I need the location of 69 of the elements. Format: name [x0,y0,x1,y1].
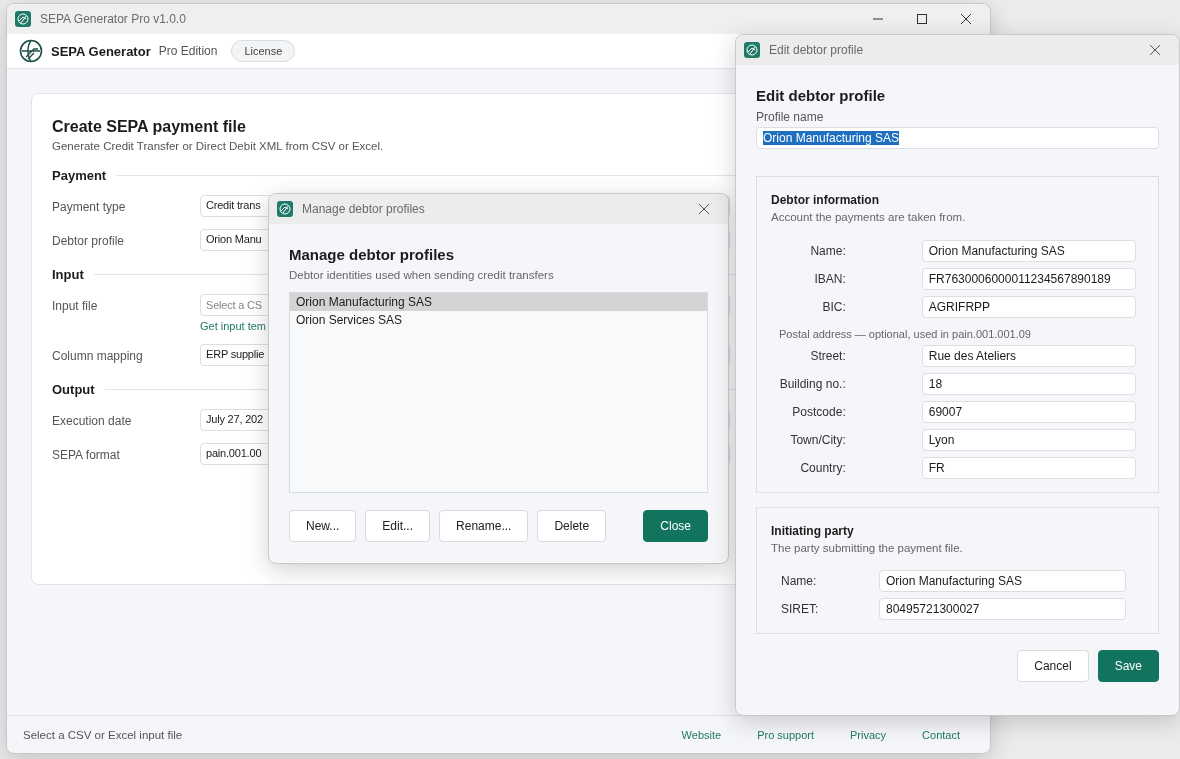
field-label: Town/City: [789,433,846,447]
field-label: Execution date [52,413,133,428]
field-label: Country: [799,461,846,475]
action-button[interactable]: Rename... [439,510,529,542]
field-label: Debtor profile [52,233,126,248]
dialog-heading: Manage debtor profiles [289,246,456,263]
group-subtitle: Account the payments are taken from. [771,211,967,223]
app-name: SEPA Generator [51,43,151,59]
text-field[interactable]: 69007 [921,401,1136,423]
card-subtitle: Generate Credit Transfer or Direct Debit XML from CSV or Excel. [52,140,385,152]
close-icon[interactable] [1149,44,1161,56]
status-text: Select a CSV or Excel input file [23,728,183,741]
field-label: IBAN: [813,272,846,286]
dialog-heading: Edit debtor profile [756,87,887,104]
section-heading: Payment [52,168,107,183]
text-field[interactable]: Rue des Ateliers [921,345,1136,367]
action-button[interactable]: Delete [537,510,607,542]
close-icon[interactable] [960,13,972,25]
dialog-title: Manage debtor profiles [302,202,425,216]
close-icon[interactable] [698,203,710,215]
field-label: SIRET: [780,602,820,616]
app-icon [277,201,293,217]
field-label: Street: [809,349,846,363]
text-field[interactable]: AGRIFRPP [921,296,1136,318]
save-button[interactable]: Save [1097,650,1159,682]
postal-note: Postal address — optional, used in pain.001.001.09 [778,328,1032,340]
footer-link[interactable]: Pro support [757,728,814,741]
field-label: SEPA format [52,447,121,462]
field-label: Postcode: [791,405,846,419]
field-label: Building no.: [778,377,846,391]
text-field[interactable]: 80495721300027 [879,598,1126,620]
dialog-subtitle: Debtor identities used when sending credit transfers [289,269,555,281]
group-title: Debtor information [771,193,880,207]
profile-name-field[interactable]: Orion Manufacturing SAS [756,127,1159,149]
field-label: Input file [52,298,99,313]
action-button[interactable]: New... [289,510,357,542]
field-label: BIC: [821,300,846,314]
edition-label: Pro Edition [158,44,218,58]
text-field[interactable]: Orion Manufacturing SAS [879,570,1126,592]
window-title: SEPA Generator Pro v1.0.0 [40,12,186,26]
license-button[interactable]: License [231,40,296,62]
profile-item[interactable]: Orion Services SAS [290,311,707,329]
section-heading: Output [52,382,95,397]
profile-item[interactable]: Orion Manufacturing SAS [290,293,707,311]
text-field[interactable]: 18 [921,373,1136,395]
footer-link[interactable]: Website [681,728,722,741]
field-label: Name: [780,574,818,588]
footer-link[interactable]: Privacy [850,728,887,741]
text-field[interactable]: FR7630006000011234567890189 [921,268,1136,290]
field-label: Profile name [756,110,825,124]
cancel-button[interactable]: Cancel [1017,650,1089,682]
text-field[interactable]: FR [921,457,1136,479]
group-subtitle: The party submitting the payment file. [771,542,964,554]
close-button[interactable]: Close [643,510,708,542]
maximize-icon[interactable] [916,13,928,25]
field-label: Payment type [52,199,127,214]
app-icon [15,11,31,27]
footer-link[interactable]: Contact [922,728,960,741]
dialog-title: Edit debtor profile [769,43,864,57]
globe-logo-icon [19,39,43,63]
action-button[interactable]: Edit... [365,510,431,542]
text-field[interactable]: Orion Manufacturing SAS [921,240,1136,262]
text-field[interactable]: Lyon [921,429,1136,451]
section-heading: Input [52,267,84,282]
app-icon [744,42,760,58]
field-label: Name: [809,244,846,258]
field-label: Column mapping [52,348,144,363]
card-title: Create SEPA payment file [52,118,247,136]
group-title: Initiating party [771,524,855,538]
